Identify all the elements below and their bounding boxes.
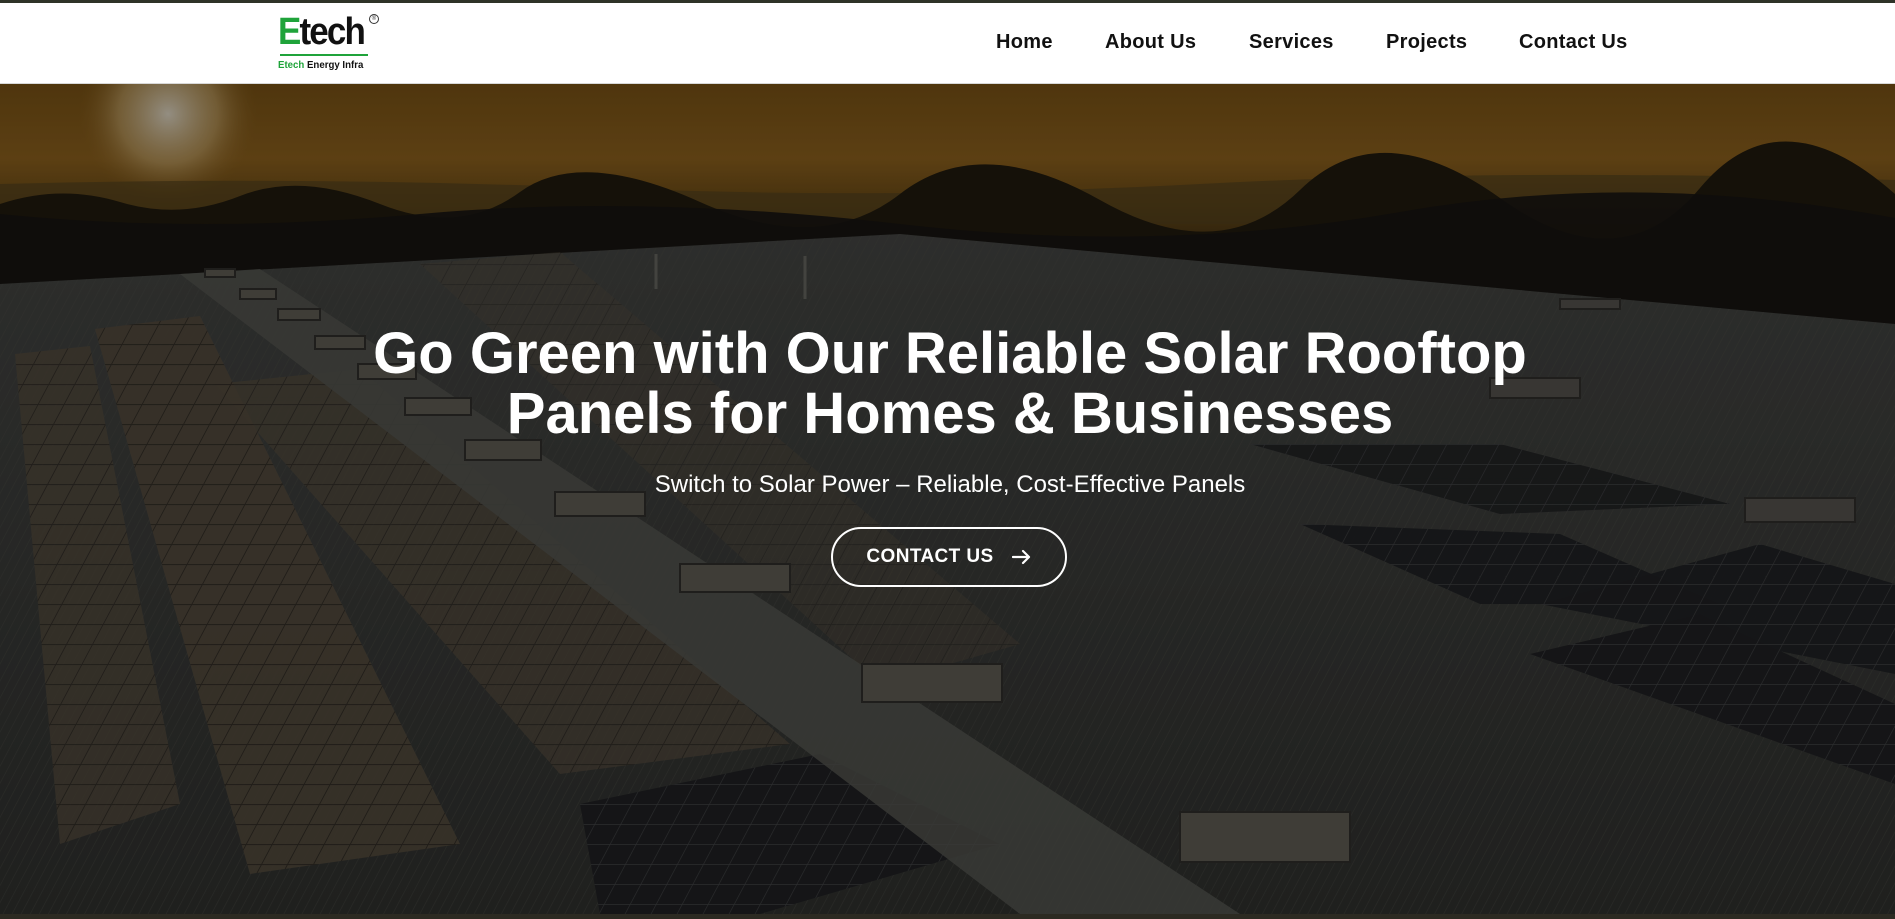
nav-home[interactable]: Home (996, 31, 1053, 54)
contact-us-button[interactable]: CONTACT US (831, 527, 1067, 587)
nav-projects[interactable]: Projects (1386, 31, 1467, 54)
hero-subheadline: Switch to Solar Power – Reliable, Cost-E… (654, 471, 1246, 498)
hero-headline-line-1: Go Green with Our Reliable Solar Rooftop (373, 321, 1527, 386)
hero-headline-line-2: Panels for Homes & Businesses (506, 381, 1394, 446)
bottom-border (0, 914, 1895, 919)
nav-contact-us[interactable]: Contact Us (1519, 31, 1628, 54)
nav-about-us[interactable]: About Us (1105, 31, 1196, 54)
contact-us-button-label: CONTACT US (866, 546, 994, 567)
main-nav: Home About Us Services Projects Contact … (0, 31, 1895, 61)
arrow-right-icon (1011, 549, 1030, 565)
hero-section: Go Green with Our Reliable Solar Rooftop… (0, 84, 1895, 914)
site-header: Etech ® Etech Energy Infra Home About Us… (0, 3, 1895, 84)
registered-mark: ® (369, 14, 379, 24)
nav-services[interactable]: Services (1249, 31, 1334, 54)
hero-headline: Go Green with Our Reliable Solar Rooftop… (250, 324, 1650, 444)
